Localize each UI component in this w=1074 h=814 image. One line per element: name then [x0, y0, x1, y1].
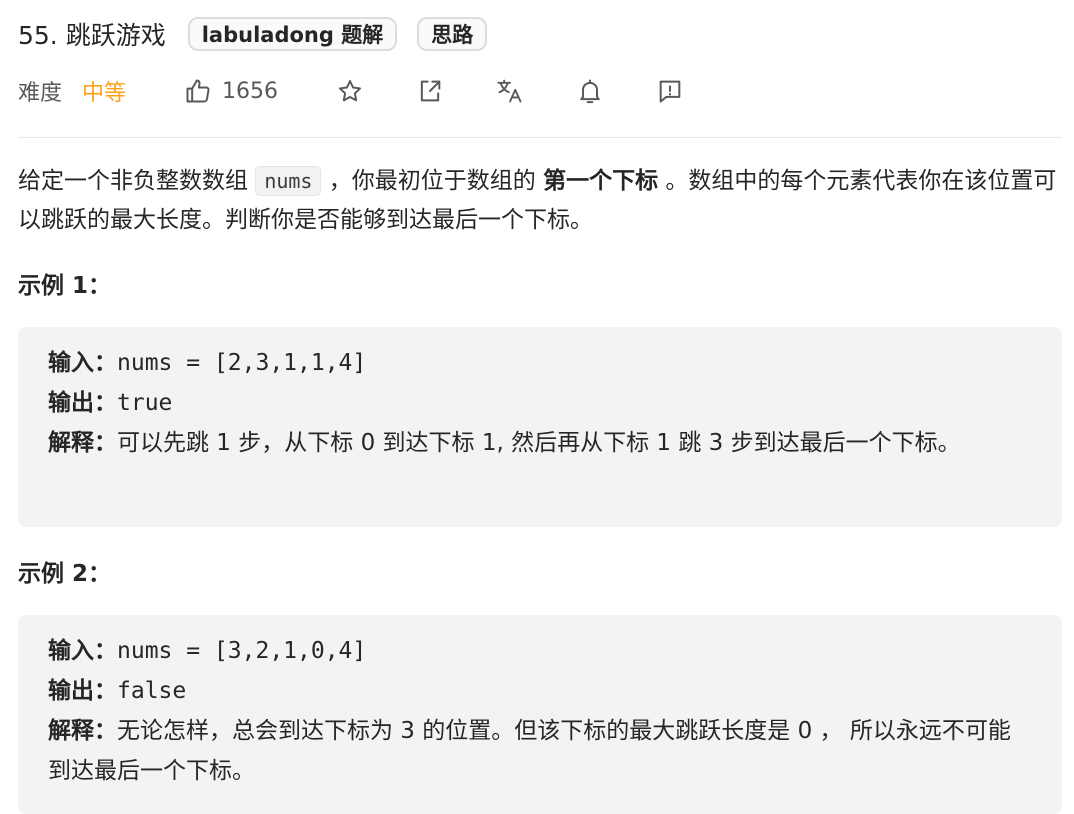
problem-title: 55. 跳跃游戏 — [18, 21, 166, 50]
output-label: 输出： — [48, 390, 117, 416]
difficulty-label: 难度 — [18, 81, 63, 106]
divider — [18, 137, 1062, 138]
example-1-output: 输出：true — [48, 383, 1032, 423]
problem-description: 给定一个非负整数数组 nums ，你最初位于数组的 第一个下标 。数组中的每个元… — [18, 162, 1068, 240]
difficulty-value: 中等 — [82, 81, 127, 106]
example-2-explanation: 解释：无论怎样，总会到达下标为 3 的位置。但该下标的最大跳跃长度是 0 ， 所… — [48, 711, 1032, 791]
description-bold: 第一个下标 — [543, 168, 659, 194]
explain-value: 无论怎样，总会到达下标为 3 的位置。但该下标的最大跳跃长度是 0 ， 所以永远… — [48, 718, 1011, 784]
input-value: nums = [2,3,1,1,4] — [117, 350, 367, 376]
description-text-1: 给定一个非负整数数组 — [18, 168, 248, 194]
example-2-input: 输入：nums = [3,2,1,0,4] — [48, 631, 1032, 671]
explain-value: 可以先跳 1 步，从下标 0 到达下标 1, 然后再从下标 1 跳 3 步到达最… — [117, 430, 961, 456]
bell-icon[interactable] — [576, 77, 604, 105]
like-button[interactable]: 1656 — [184, 70, 278, 112]
example-2-heading: 示例 2： — [18, 561, 112, 587]
star-icon[interactable] — [336, 77, 364, 105]
feedback-icon[interactable] — [656, 77, 684, 105]
tag-labuladong[interactable]: labuladong 题解 — [187, 17, 398, 51]
example-2-output: 输出：false — [48, 671, 1032, 711]
example-2-block: 输入：nums = [3,2,1,0,4] 输出：false 解释：无论怎样，总… — [18, 615, 1062, 814]
explain-label: 解释： — [48, 718, 117, 744]
output-value: true — [117, 390, 173, 416]
example-1-explanation: 解释：可以先跳 1 步，从下标 0 到达下标 1, 然后再从下标 1 跳 3 步… — [48, 423, 1032, 463]
explain-label: 解释： — [48, 430, 117, 456]
meta-bar: 难度 中等 1656 — [18, 70, 718, 112]
example-1-heading: 示例 1： — [18, 273, 112, 299]
like-count: 1656 — [222, 78, 278, 104]
output-label: 输出： — [48, 678, 117, 704]
tag-hint[interactable]: 思路 — [417, 17, 488, 51]
thumbs-up-icon — [186, 79, 210, 103]
input-label: 输入： — [48, 638, 117, 664]
share-icon[interactable] — [416, 77, 444, 105]
translate-icon[interactable] — [496, 77, 524, 105]
input-label: 输入： — [48, 350, 117, 376]
problem-header: 55. 跳跃游戏 labuladong 题解 思路 — [18, 10, 507, 58]
output-value: false — [117, 678, 187, 704]
example-1-block: 输入：nums = [2,3,1,1,4] 输出：true 解释：可以先跳 1 … — [18, 327, 1062, 527]
example-1-input: 输入：nums = [2,3,1,1,4] — [48, 343, 1032, 383]
inline-code-nums: nums — [255, 166, 322, 196]
input-value: nums = [3,2,1,0,4] — [117, 638, 367, 664]
description-text-2: ，你最初位于数组的 — [328, 168, 536, 194]
